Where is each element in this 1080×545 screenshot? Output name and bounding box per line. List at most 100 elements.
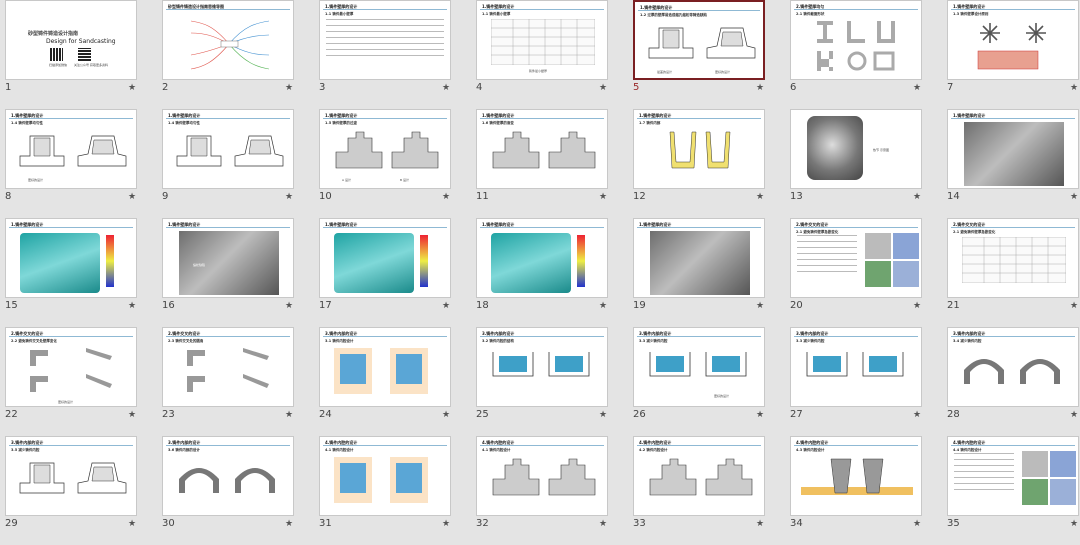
slide-item[interactable]: 砂型铸件铸造设计指南思维导图 2 ★ <box>157 0 314 109</box>
slide-item[interactable]: 2.铸件壁厚均匀 2.1 铸件截面形状 6 ★ <box>785 0 942 109</box>
slide-thumbnail[interactable]: 1.铸件壁厚的设计 <box>476 218 608 298</box>
slide-thumbnail[interactable]: 3.铸件内部的设计 3.3 减少铸件内腔 更好的设计 <box>633 327 765 407</box>
slide-item[interactable]: 1.铸件壁厚的设计 1.6 铸件壁厚的渐变 11 ★ <box>471 109 628 218</box>
slide-item[interactable]: 1.铸件壁厚的设计 1.4 铸件壁厚均匀性 9 ★ <box>157 109 314 218</box>
slide-thumbnail[interactable]: 1.铸件壁厚的设计 1.2 过厚的壁厚易造成缩孔缩松等铸造缺陷 最差的设计 更好的设计 <box>633 0 765 80</box>
slide-item[interactable]: 1.铸件壁厚的设计 1.5 铸件壁厚的过渡 A 设计 B 设计 10 ★ <box>314 109 471 218</box>
slide-item[interactable]: 4.铸件内腔的设计 4.3 铸件内腔设计 34 ★ <box>785 436 942 545</box>
star-icon[interactable]: ★ <box>128 192 136 202</box>
slide-item[interactable]: 2.铸件交叉的设计 2.1 避免铸件壁厚急剧变化 21 ★ <box>942 218 1080 327</box>
slide-thumbnail[interactable]: 4.铸件内腔的设计 4.2 铸件内腔设计 <box>633 436 765 516</box>
slide-thumbnail[interactable]: 1.铸件壁厚的设计 1.7 铸件内部 <box>633 109 765 189</box>
slide-thumbnail[interactable]: 1.铸件壁厚的设计 <box>319 218 451 298</box>
slide-thumbnail[interactable]: 3.铸件内部的设计 3.6 铸件内部的设计 <box>162 436 294 516</box>
slide-thumbnail[interactable]: 1.铸件壁厚的设计 1.1 铸件最小壁厚 <box>319 0 451 80</box>
slide-item[interactable]: 砂型铸件铸造设计指南 Design for Sandcasting 扫描添加微信 关注… <box>0 0 157 109</box>
star-icon[interactable]: ★ <box>756 410 764 420</box>
star-icon[interactable]: ★ <box>285 83 293 93</box>
slide-item[interactable]: 2.铸件交叉的设计 2.1 避免铸件壁厚急剧变化 20 ★ <box>785 218 942 327</box>
slide-thumbnail[interactable]: 2.铸件壁厚均匀 2.1 铸件截面形状 <box>790 0 922 80</box>
slide-item[interactable]: 2.铸件交叉的设计 2.2 避免铸件交叉处壁厚变化 更好的设计 22 ★ <box>0 327 157 436</box>
slide-item[interactable]: 1.铸件壁厚的设计 1.7 铸件内部 12 ★ <box>628 109 785 218</box>
slide-item[interactable]: 1.铸件壁厚的设计 1.1 铸件最小壁厚 铸件最小壁厚 4 ★ <box>471 0 628 109</box>
slide-item[interactable]: 3.铸件内部的设计 3.4 减少铸件内腔 28 ★ <box>942 327 1080 436</box>
slide-thumbnail[interactable]: 1.铸件壁厚的设计 缩松缺陷 <box>162 218 294 298</box>
slide-item[interactable]: 1.铸件壁厚的设计 18 ★ <box>471 218 628 327</box>
slide-thumbnail[interactable]: 3.铸件内部的设计 3.3 减少铸件内腔 <box>790 327 922 407</box>
star-icon[interactable]: ★ <box>599 83 607 93</box>
star-icon[interactable]: ★ <box>599 192 607 202</box>
slide-item[interactable]: 1.铸件壁厚的设计 17 ★ <box>314 218 471 327</box>
slide-item[interactable]: 4.铸件内腔的设计 4.4 铸件内腔设计 35 ★ <box>942 436 1080 545</box>
slide-thumbnail[interactable]: 砂型铸件铸造设计指南 Design for Sandcasting 扫描添加微信 关注… <box>5 0 137 80</box>
star-icon[interactable]: ★ <box>442 410 450 420</box>
star-icon[interactable]: ★ <box>756 301 764 311</box>
star-icon[interactable]: ★ <box>599 410 607 420</box>
slide-thumbnail[interactable]: 1.铸件壁厚的设计 1.6 铸件壁厚的渐变 <box>476 109 608 189</box>
slide-item[interactable]: 3.铸件内部的设计 3.3 减少铸件内腔 更好的设计 26 ★ <box>628 327 785 436</box>
slide-thumbnail[interactable]: 4.铸件内腔的设计 4.1 铸件内腔设计 <box>319 436 451 516</box>
slide-item[interactable]: 1.铸件壁厚的设计 15 ★ <box>0 218 157 327</box>
slide-thumbnail[interactable]: 3.铸件内部的设计 3.4 减少铸件内腔 <box>947 327 1079 407</box>
star-icon[interactable]: ★ <box>442 192 450 202</box>
slide-item[interactable]: 3.铸件内部的设计 3.3 减少铸件内腔 27 ★ <box>785 327 942 436</box>
slide-thumbnail[interactable]: 1.铸件壁厚的设计 1.5 铸件壁厚的过渡 A 设计 B 设计 <box>319 109 451 189</box>
slide-item[interactable]: 1.铸件壁厚的设计 缩松缺陷 16 ★ <box>157 218 314 327</box>
slide-thumbnail[interactable]: 2.铸件交叉的设计 2.1 避免铸件壁厚急剧变化 <box>947 218 1079 298</box>
star-icon[interactable]: ★ <box>442 301 450 311</box>
slide-item[interactable]: 4.铸件内腔的设计 4.1 铸件内腔设计 31 ★ <box>314 436 471 545</box>
star-icon[interactable]: ★ <box>1070 83 1078 93</box>
slide-thumbnail[interactable]: 4.铸件内腔的设计 4.1 铸件内腔设计 <box>476 436 608 516</box>
star-icon[interactable]: ★ <box>285 410 293 420</box>
star-icon[interactable]: ★ <box>128 83 136 93</box>
star-icon[interactable]: ★ <box>285 301 293 311</box>
star-icon[interactable]: ★ <box>285 192 293 202</box>
slide-thumbnail[interactable]: 1.铸件壁厚的设计 1.1 铸件最小壁厚 铸件最小壁厚 <box>476 0 608 80</box>
slide-thumbnail[interactable]: 3.铸件内部的设计 3.5 减少铸件内腔 <box>5 436 137 516</box>
slide-item[interactable]: 热节 示意图 13 ★ <box>785 109 942 218</box>
star-icon[interactable]: ★ <box>756 83 764 93</box>
slide-thumbnail[interactable]: 1.铸件壁厚的设计 <box>947 109 1079 189</box>
slide-item[interactable]: 1.铸件壁厚的设计 14 ★ <box>942 109 1080 218</box>
slide-item[interactable]: 4.铸件内腔的设计 4.1 铸件内腔设计 32 ★ <box>471 436 628 545</box>
star-icon[interactable]: ★ <box>913 301 921 311</box>
star-icon[interactable]: ★ <box>1070 410 1078 420</box>
star-icon[interactable]: ★ <box>913 83 921 93</box>
star-icon[interactable]: ★ <box>756 519 764 529</box>
slide-thumbnail[interactable]: 1.铸件壁厚的设计 1.4 铸件壁厚均匀性 <box>162 109 294 189</box>
slide-item[interactable]: 3.铸件内部的设计 3.2 铸件内腔的结构 25 ★ <box>471 327 628 436</box>
slide-thumbnail[interactable]: 2.铸件交叉的设计 2.2 避免铸件交叉处壁厚变化 更好的设计 <box>5 327 137 407</box>
slide-thumbnail[interactable]: 1.铸件壁厚的设计 1.4 铸件壁厚均匀性 更好的设计 <box>5 109 137 189</box>
star-icon[interactable]: ★ <box>442 519 450 529</box>
slide-thumbnail[interactable]: 2.铸件交叉的设计 2.1 避免铸件壁厚急剧变化 <box>790 218 922 298</box>
star-icon[interactable]: ★ <box>756 192 764 202</box>
star-icon[interactable]: ★ <box>913 192 921 202</box>
slide-thumbnail[interactable]: 4.铸件内腔的设计 4.3 铸件内腔设计 <box>790 436 922 516</box>
slide-item[interactable]: 1.铸件壁厚的设计 19 ★ <box>628 218 785 327</box>
star-icon[interactable]: ★ <box>1070 519 1078 529</box>
star-icon[interactable]: ★ <box>599 519 607 529</box>
slide-item[interactable]: 1.铸件壁厚的设计 1.3 铸件壁厚设计原则 7 ★ <box>942 0 1080 109</box>
slide-item[interactable]: 3.铸件内部的设计 3.5 减少铸件内腔 29 ★ <box>0 436 157 545</box>
slide-item[interactable]: 1.铸件壁厚的设计 1.4 铸件壁厚均匀性 更好的设计 8 ★ <box>0 109 157 218</box>
star-icon[interactable]: ★ <box>913 410 921 420</box>
slide-thumbnail[interactable]: 热节 示意图 <box>790 109 922 189</box>
slide-thumbnail[interactable]: 3.铸件内部的设计 3.2 铸件内腔的结构 <box>476 327 608 407</box>
slide-item[interactable]: 2.铸件交叉的设计 2.3 铸件交叉处的圆角 23 ★ <box>157 327 314 436</box>
slide-item[interactable]: 1.铸件壁厚的设计 1.1 铸件最小壁厚 3 ★ <box>314 0 471 109</box>
slide-item[interactable]: 4.铸件内腔的设计 4.2 铸件内腔设计 33 ★ <box>628 436 785 545</box>
star-icon[interactable]: ★ <box>128 410 136 420</box>
slide-thumbnail[interactable]: 1.铸件壁厚的设计 <box>633 218 765 298</box>
star-icon[interactable]: ★ <box>1070 192 1078 202</box>
star-icon[interactable]: ★ <box>442 83 450 93</box>
star-icon[interactable]: ★ <box>128 301 136 311</box>
slide-item[interactable]: 1.铸件壁厚的设计 1.2 过厚的壁厚易造成缩孔缩松等铸造缺陷 最差的设计 更好的设计… <box>628 0 785 109</box>
star-icon[interactable]: ★ <box>913 519 921 529</box>
star-icon[interactable]: ★ <box>1070 301 1078 311</box>
star-icon[interactable]: ★ <box>128 519 136 529</box>
slide-thumbnail[interactable]: 2.铸件交叉的设计 2.3 铸件交叉处的圆角 <box>162 327 294 407</box>
slide-thumbnail[interactable]: 1.铸件壁厚的设计 1.3 铸件壁厚设计原则 <box>947 0 1079 80</box>
slide-item[interactable]: 3.铸件内部的设计 3.6 铸件内部的设计 30 ★ <box>157 436 314 545</box>
slide-thumbnail[interactable]: 砂型铸件铸造设计指南思维导图 <box>162 0 294 80</box>
slide-thumbnail[interactable]: 4.铸件内腔的设计 4.4 铸件内腔设计 <box>947 436 1079 516</box>
